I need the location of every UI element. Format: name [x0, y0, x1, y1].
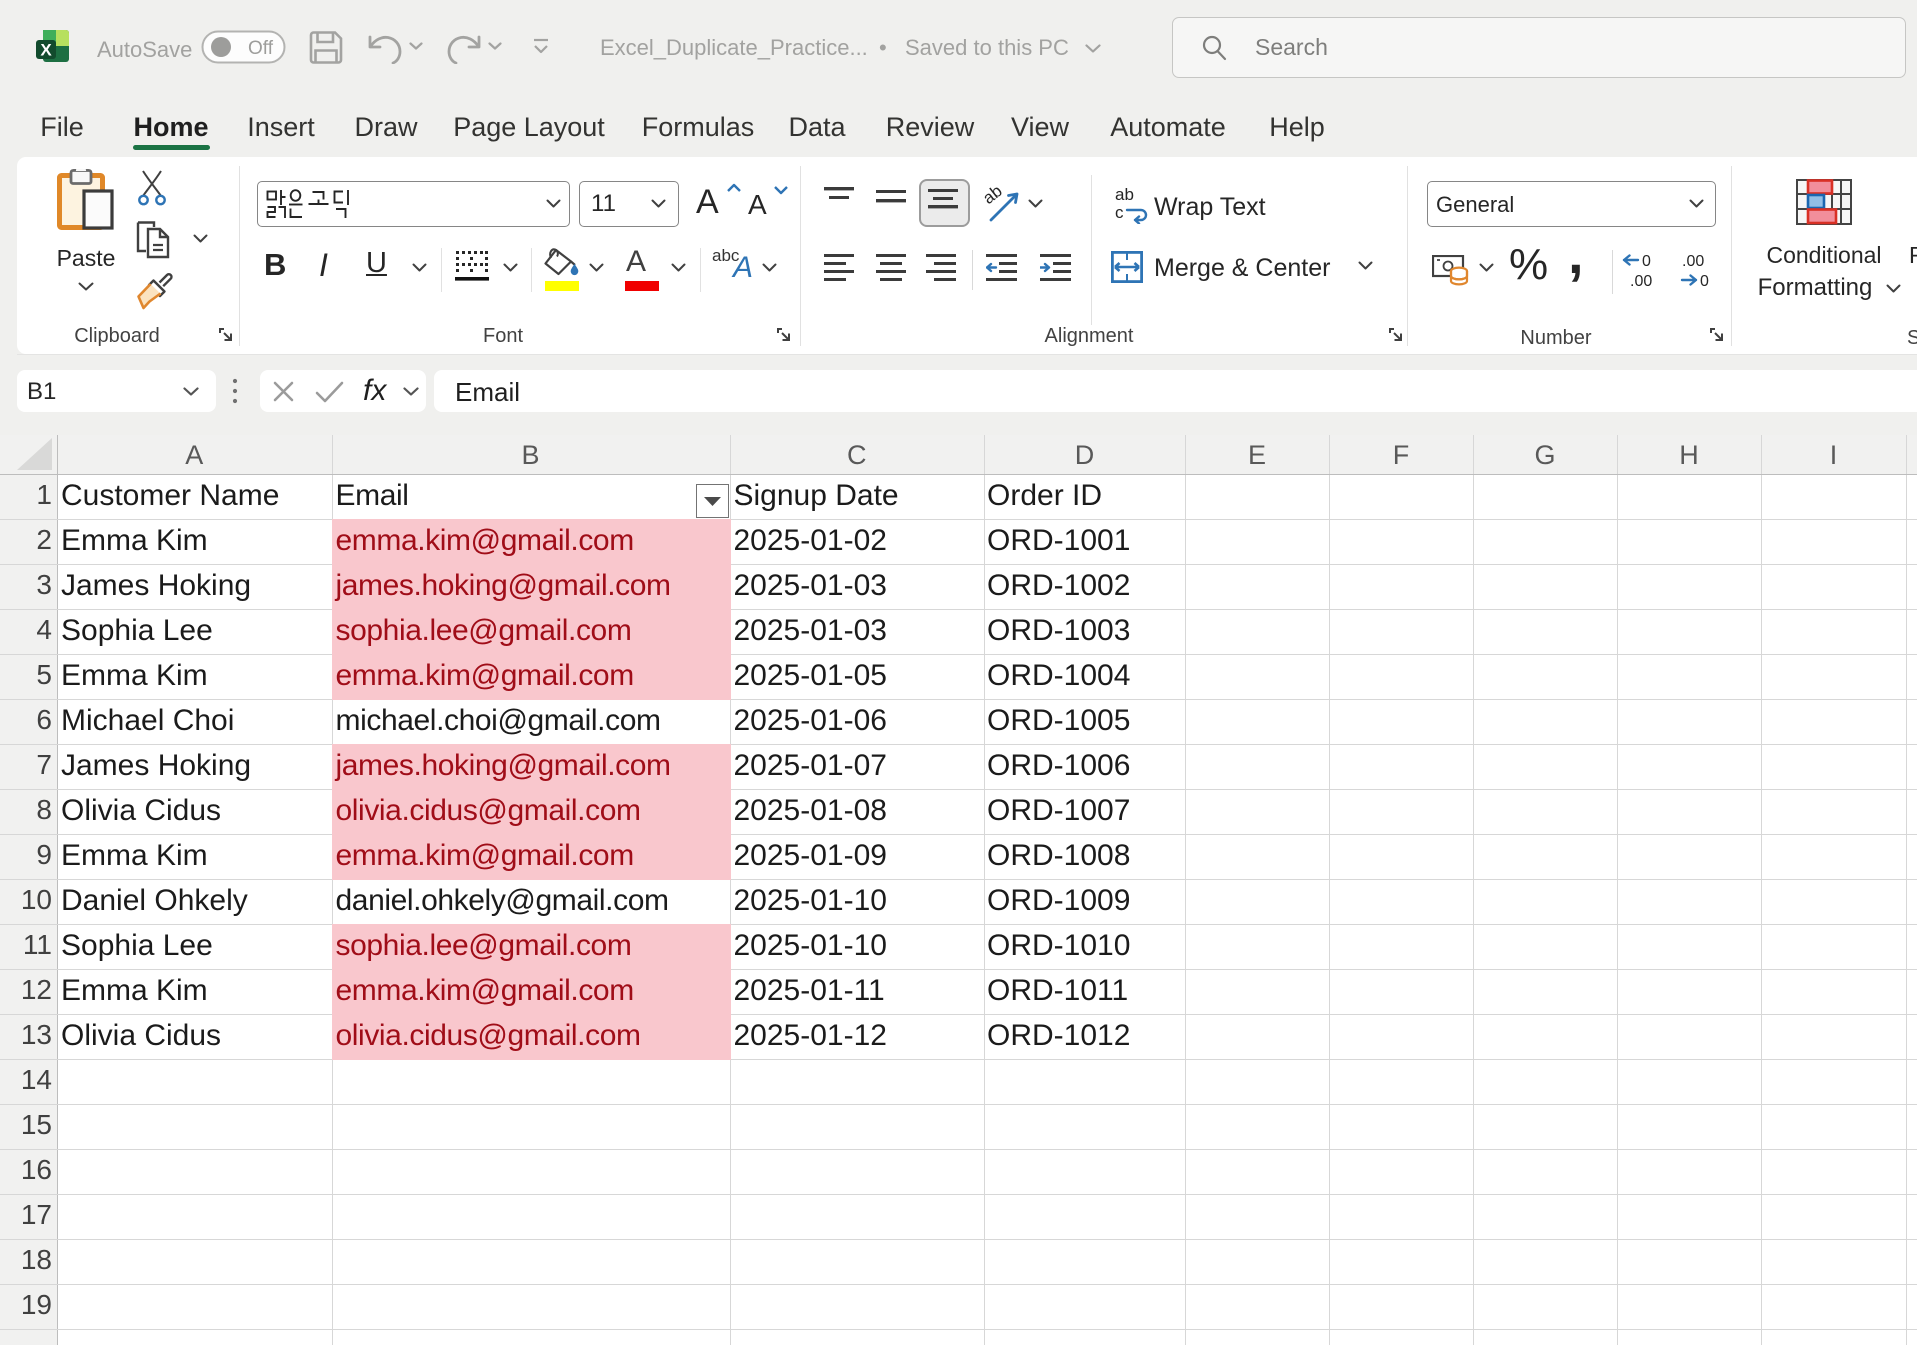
- svg-text:.00: .00: [1682, 253, 1704, 270]
- svg-text:.00: .00: [1630, 273, 1652, 290]
- svg-text:0: 0: [1642, 253, 1651, 270]
- svg-text:Off: Off: [248, 38, 274, 59]
- svg-text:c: c: [1115, 203, 1124, 222]
- svg-text:ab: ab: [984, 184, 1006, 208]
- svg-text:0: 0: [1700, 273, 1709, 290]
- svg-text:X: X: [40, 41, 52, 60]
- svg-text:ab: ab: [1115, 186, 1134, 204]
